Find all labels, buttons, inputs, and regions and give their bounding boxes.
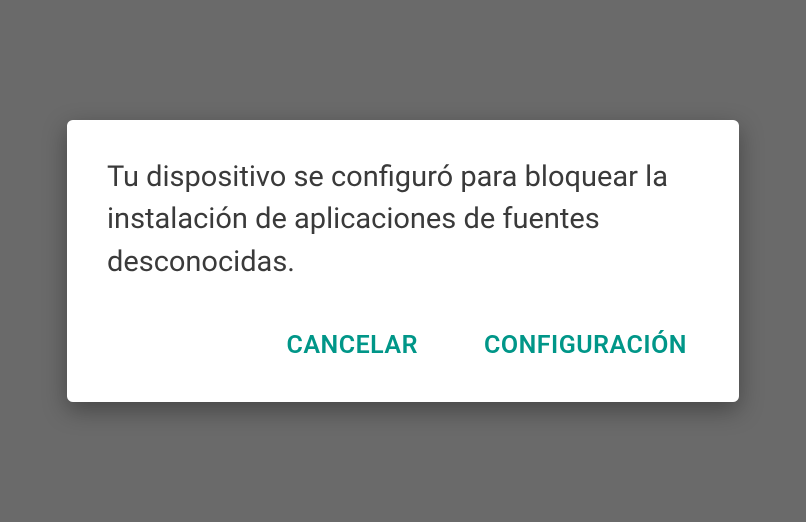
dialog-message: Tu dispositivo se configuró para blo­que…: [107, 156, 699, 282]
install-blocked-dialog: Tu dispositivo se configuró para blo­que…: [67, 120, 739, 401]
cancel-button[interactable]: CANCELAR: [283, 325, 422, 366]
settings-button[interactable]: CONFIGURACIÓN: [480, 325, 691, 366]
dialog-actions: CANCELAR CONFIGURACIÓN: [107, 325, 699, 374]
